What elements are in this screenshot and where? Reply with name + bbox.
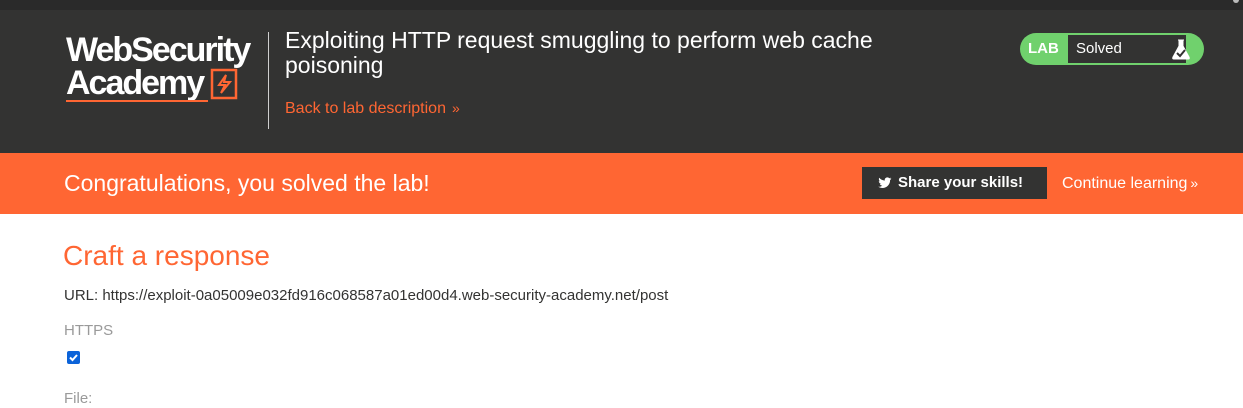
- logo-underline: [66, 100, 208, 102]
- browser-top-strip: [0, 0, 1243, 10]
- share-your-skills-button[interactable]: Share your skills!: [862, 167, 1047, 199]
- https-label: HTTPS: [64, 322, 114, 339]
- header-divider: [268, 32, 269, 129]
- lab-header: WebSecurity Academy Exploiting HTTP requ…: [0, 10, 1243, 153]
- congratulations-banner: Congratulations, you solved the lab! Sha…: [0, 153, 1243, 214]
- exploit-url: URL: https://exploit-0a05009e032fd916c06…: [64, 287, 669, 304]
- back-to-lab-description-link[interactable]: Back to lab description »: [285, 98, 460, 119]
- logo-bolt-icon: [210, 68, 238, 100]
- congratulations-message: Congratulations, you solved the lab!: [64, 170, 430, 196]
- double-chevron-right-icon: »: [451, 100, 460, 116]
- window-dot-icon: [1233, 0, 1239, 3]
- continue-learning-link[interactable]: Continue learning»: [1062, 174, 1198, 193]
- file-label: File:: [64, 390, 93, 407]
- twitter-icon: [878, 177, 892, 188]
- lab-status-box: Solved: [1068, 35, 1186, 63]
- share-button-label: Share your skills!: [898, 174, 1024, 191]
- double-chevron-right-icon: »: [1190, 175, 1199, 191]
- logo-text-line2: Academy: [66, 64, 205, 102]
- lab-status-text: Solved: [1076, 40, 1122, 57]
- logo-text-line1: WebSecurity: [66, 31, 251, 69]
- lab-title: Exploiting HTTP request smuggling to per…: [285, 27, 873, 78]
- craft-response-heading: Craft a response: [63, 240, 270, 271]
- checkmark-icon: [69, 354, 78, 362]
- continue-link-label: Continue learning: [1062, 175, 1188, 192]
- flask-icon: [1172, 39, 1190, 60]
- back-link-label: Back to lab description: [285, 100, 446, 117]
- lab-badge-label: LAB: [1028, 40, 1059, 57]
- web-security-academy-logo[interactable]: WebSecurity Academy: [66, 32, 266, 112]
- https-checkbox[interactable]: [67, 351, 80, 364]
